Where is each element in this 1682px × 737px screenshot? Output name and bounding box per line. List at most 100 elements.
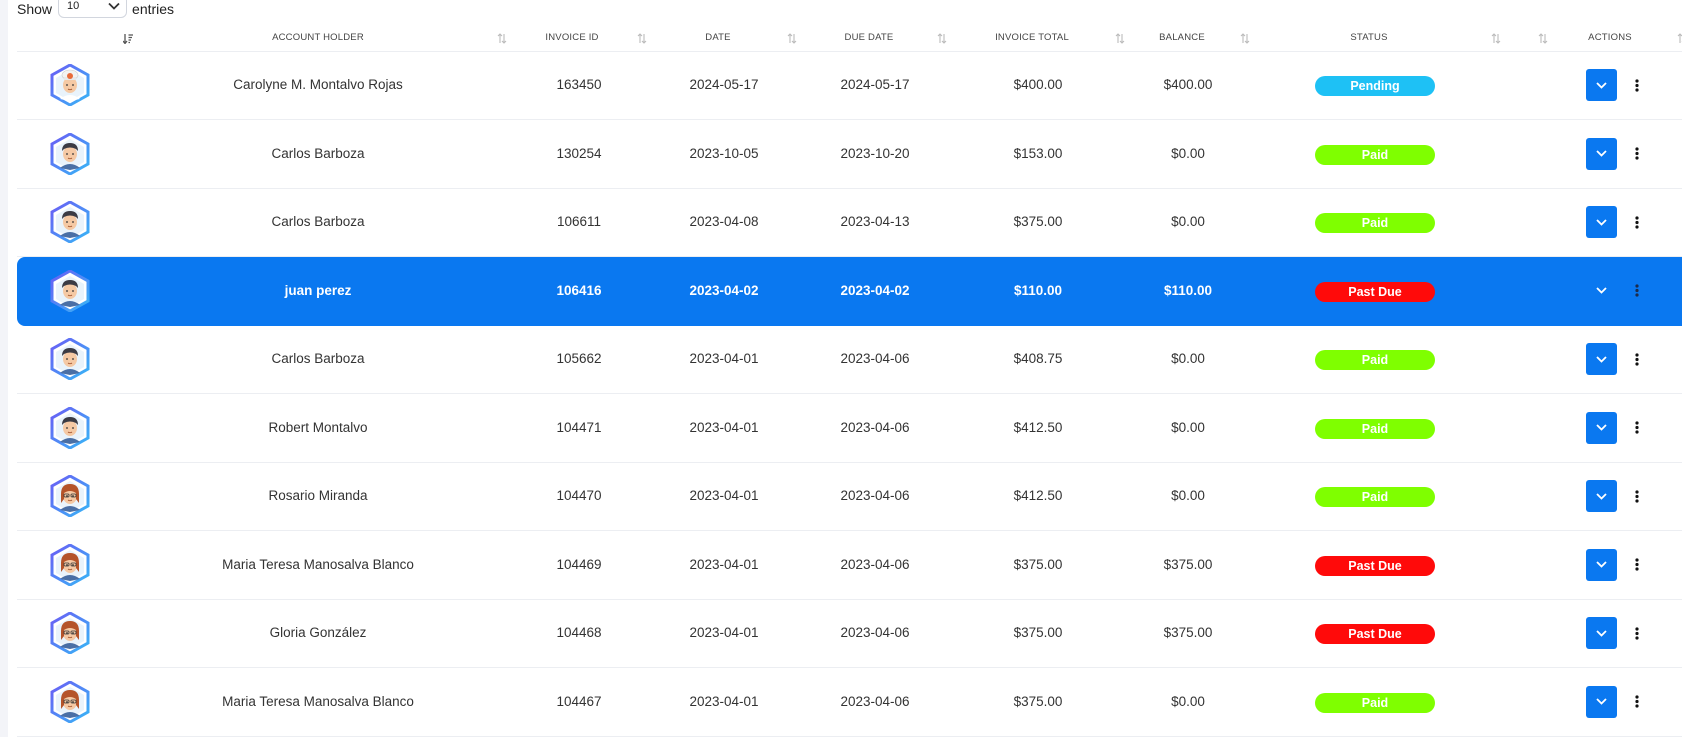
table-row[interactable]: Gloria González 104468 2023-04-01 2023-04-0… bbox=[17, 599, 1682, 668]
account-holder-cell: Maria Teresa Manosalva Blanco bbox=[222, 556, 414, 572]
status-badge: Paid bbox=[1315, 144, 1435, 165]
woman-avatar-icon bbox=[49, 542, 91, 587]
more-options-icon[interactable] bbox=[1632, 349, 1642, 369]
more-options-icon[interactable] bbox=[1632, 281, 1642, 301]
more-options-icon[interactable] bbox=[1632, 75, 1642, 95]
sort-icon[interactable] bbox=[637, 33, 647, 44]
row-actions-dropdown-button[interactable] bbox=[1586, 617, 1617, 649]
invoice-id-cell: 106416 bbox=[556, 282, 602, 298]
due-date-cell: 2023-04-06 bbox=[840, 693, 910, 709]
table-header: ACCOUNT HOLDER INVOICE ID DATE DUE DATE … bbox=[17, 27, 1682, 52]
account-holder-cell: Rosario Miranda bbox=[268, 488, 368, 503]
date-cell: 2023-04-01 bbox=[689, 625, 759, 640]
status-badge: Past Due bbox=[1315, 281, 1435, 302]
account-holder-cell: Robert Montalvo bbox=[268, 419, 368, 435]
more-options-icon[interactable] bbox=[1632, 486, 1642, 506]
table-row[interactable]: Maria Teresa Manosalva Blanco 104467 2023-… bbox=[17, 668, 1682, 737]
sort-icon[interactable] bbox=[497, 33, 507, 44]
row-actions-dropdown-button[interactable] bbox=[1586, 343, 1617, 375]
due-date-cell: 2023-04-06 bbox=[840, 556, 910, 572]
account-holder-cell: Carolyne M. Montalvo Rojas bbox=[233, 77, 403, 92]
more-options-icon[interactable] bbox=[1632, 212, 1642, 232]
row-actions-dropdown-button[interactable] bbox=[1586, 206, 1617, 238]
invoice-id-cell: 104471 bbox=[556, 419, 602, 435]
sort-icon[interactable] bbox=[787, 33, 797, 44]
table-row[interactable]: Carlos Barboza 106611 2023-04-08 2023-04-13… bbox=[17, 188, 1682, 257]
more-options-icon[interactable] bbox=[1632, 144, 1642, 164]
sort-icon[interactable] bbox=[1677, 33, 1682, 44]
invoice-total-cell: $375.00 bbox=[1013, 214, 1063, 229]
row-actions-dropdown-button[interactable] bbox=[1586, 69, 1617, 101]
invoice-total-cell: $375.00 bbox=[1013, 556, 1063, 572]
due-date-cell: 2023-04-06 bbox=[840, 351, 910, 366]
table-row[interactable]: juan perez 106416 2023-04-02 2023-04-02 $110… bbox=[17, 256, 1682, 326]
sort-icon[interactable] bbox=[1240, 33, 1250, 44]
table-row[interactable]: Maria Teresa Manosalva Blanco 104469 2023-… bbox=[17, 531, 1682, 600]
table-row[interactable]: Carolyne M. Montalvo Rojas 163450 2024-05-… bbox=[17, 51, 1682, 120]
column-header-status[interactable]: STATUS bbox=[1350, 27, 1387, 51]
date-cell: 2023-04-01 bbox=[689, 488, 759, 503]
due-date-cell: 2023-04-06 bbox=[840, 488, 910, 503]
more-options-icon[interactable] bbox=[1632, 692, 1642, 712]
column-header-balance[interactable]: BALANCE bbox=[1159, 27, 1205, 51]
sort-icon[interactable] bbox=[1115, 33, 1125, 44]
date-cell: 2023-04-01 bbox=[689, 419, 759, 435]
chevron-down-icon bbox=[1596, 424, 1607, 431]
account-holder-cell: Gloria González bbox=[269, 625, 367, 640]
table-row[interactable]: Rosario Miranda 104470 2023-04-01 2023-04-0… bbox=[17, 462, 1682, 531]
table-row[interactable]: Carlos Barboza 105662 2023-04-01 2023-04-06… bbox=[17, 325, 1682, 394]
more-options-icon[interactable] bbox=[1632, 418, 1642, 438]
column-header-actions[interactable]: ACTIONS bbox=[1588, 27, 1632, 51]
sort-icon[interactable] bbox=[937, 33, 947, 44]
column-header-date[interactable]: DATE bbox=[705, 27, 730, 51]
date-cell: 2023-04-01 bbox=[689, 556, 759, 572]
column-header-invoice-id[interactable]: INVOICE ID bbox=[545, 27, 598, 51]
table-row[interactable]: Carlos Barboza 130254 2023-10-05 2023-10-20… bbox=[17, 120, 1682, 189]
chevron-down-icon bbox=[1596, 355, 1607, 363]
woman-avatar-icon bbox=[49, 611, 91, 655]
row-actions-dropdown-button[interactable] bbox=[1586, 274, 1617, 307]
column-header-account-holder[interactable]: ACCOUNT HOLDER bbox=[272, 27, 364, 51]
entries-per-page-value: 10 bbox=[67, 0, 80, 12]
sort-icon[interactable] bbox=[1538, 33, 1548, 44]
invoice-total-cell: $375.00 bbox=[1013, 693, 1063, 709]
due-date-cell: 2023-04-13 bbox=[840, 214, 910, 229]
sort-icon[interactable] bbox=[1491, 33, 1501, 44]
more-options-icon[interactable] bbox=[1632, 555, 1642, 575]
account-holder-cell: juan perez bbox=[284, 282, 352, 298]
row-actions-dropdown-button[interactable] bbox=[1586, 137, 1617, 170]
row-actions-dropdown-button[interactable] bbox=[1586, 411, 1617, 444]
row-actions-dropdown-button[interactable] bbox=[1586, 480, 1617, 512]
due-date-cell: 2024-05-17 bbox=[840, 77, 910, 92]
row-actions-dropdown-button[interactable] bbox=[1586, 548, 1617, 581]
sort-desc-icon[interactable] bbox=[123, 33, 133, 44]
more-options-icon[interactable] bbox=[1632, 623, 1642, 643]
balance-cell: $0.00 bbox=[1171, 693, 1205, 709]
balance-cell: $0.00 bbox=[1171, 145, 1205, 161]
due-date-cell: 2023-04-06 bbox=[840, 419, 910, 435]
due-date-cell: 2023-04-06 bbox=[840, 625, 910, 640]
balance-cell: $0.00 bbox=[1171, 488, 1205, 503]
invoice-id-cell: 105662 bbox=[556, 351, 602, 366]
row-actions-dropdown-button[interactable] bbox=[1586, 685, 1617, 718]
man-avatar-icon bbox=[49, 131, 91, 176]
column-header-due-date[interactable]: DUE DATE bbox=[845, 27, 894, 51]
balance-cell: $0.00 bbox=[1171, 214, 1205, 229]
invoice-total-cell: $375.00 bbox=[1013, 625, 1063, 640]
invoice-id-cell: 104469 bbox=[556, 556, 602, 572]
invoice-total-cell: $408.75 bbox=[1013, 351, 1063, 366]
man-avatar-icon bbox=[49, 405, 91, 450]
entries-per-page-select[interactable]: 10 bbox=[58, 0, 128, 18]
status-badge: Paid bbox=[1315, 487, 1435, 507]
left-sidebar-edge bbox=[0, 0, 8, 737]
date-cell: 2023-10-05 bbox=[689, 145, 759, 161]
balance-cell: $0.00 bbox=[1171, 419, 1205, 435]
chevron-down-icon bbox=[1596, 81, 1607, 89]
invoice-id-cell: 104468 bbox=[556, 625, 602, 640]
entries-label: entries bbox=[132, 1, 175, 17]
chef-avatar-icon bbox=[49, 63, 91, 107]
status-badge: Paid bbox=[1315, 692, 1435, 713]
table-row[interactable]: Robert Montalvo 104471 2023-04-01 2023-04-0… bbox=[17, 394, 1682, 463]
column-header-invoice-total[interactable]: INVOICE TOTAL bbox=[995, 27, 1069, 51]
chevron-down-icon bbox=[1596, 629, 1607, 637]
